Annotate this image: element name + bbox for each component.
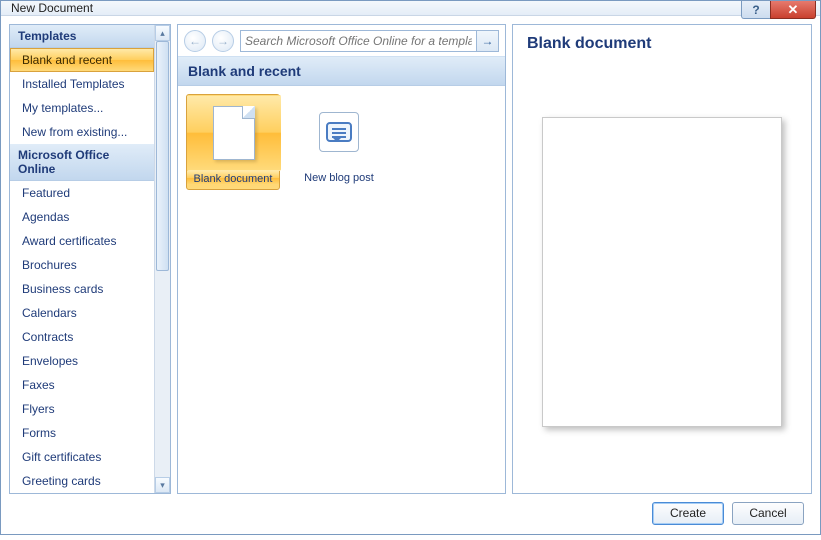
sidebar-item-forms[interactable]: Forms bbox=[10, 421, 154, 445]
titlebar: New Document ? ✕ bbox=[1, 1, 820, 16]
sidebar-item-label: Envelopes bbox=[22, 354, 78, 368]
scroll-thumb[interactable] bbox=[156, 41, 169, 271]
sidebar-item-label: Agendas bbox=[22, 210, 69, 224]
sidebar-item-business-cards[interactable]: Business cards bbox=[10, 277, 154, 301]
new-document-dialog: New Document ? ✕ Templates Blank and rec… bbox=[0, 0, 821, 535]
sidebar-item-my-templates[interactable]: My templates... bbox=[10, 96, 154, 120]
template-new-blog-post[interactable]: New blog post bbox=[292, 94, 386, 184]
sidebar-item-label: Flyers bbox=[22, 402, 55, 416]
preview-panel: Blank document bbox=[512, 24, 812, 494]
sidebar-item-brochures[interactable]: Brochures bbox=[10, 253, 154, 277]
sidebar-item-gift-certificates[interactable]: Gift certificates bbox=[10, 445, 154, 469]
sidebar-item-label: Contracts bbox=[22, 330, 73, 344]
sidebar-item-label: Featured bbox=[22, 186, 70, 200]
create-button[interactable]: Create bbox=[652, 502, 724, 525]
search-go-button[interactable]: → bbox=[476, 31, 498, 51]
sidebar-item-label: New from existing... bbox=[22, 125, 127, 139]
category-sidebar: Templates Blank and recent Installed Tem… bbox=[9, 24, 171, 494]
sidebar-item-agendas[interactable]: Agendas bbox=[10, 205, 154, 229]
sidebar-item-blank-and-recent[interactable]: Blank and recent bbox=[10, 48, 154, 72]
main-panel: ← → → Blank and recent Blank document bbox=[177, 24, 506, 494]
sidebar-item-new-from-existing[interactable]: New from existing... bbox=[10, 120, 154, 144]
template-thumb bbox=[292, 94, 386, 170]
scroll-track[interactable] bbox=[155, 41, 170, 477]
category-header-office-online: Microsoft Office Online bbox=[10, 144, 154, 181]
search-box: → bbox=[240, 30, 499, 52]
scroll-down-icon[interactable]: ▾ bbox=[155, 477, 170, 493]
sidebar-item-label: Calendars bbox=[22, 306, 77, 320]
help-icon: ? bbox=[752, 3, 759, 17]
sidebar-item-label: Award certificates bbox=[22, 234, 116, 248]
search-bar: ← → → bbox=[178, 25, 505, 57]
template-label: New blog post bbox=[292, 170, 386, 184]
close-icon: ✕ bbox=[788, 2, 799, 18]
sidebar-item-label: Gift certificates bbox=[22, 450, 101, 464]
sidebar-item-label: Greeting cards bbox=[22, 474, 101, 488]
sidebar-item-calendars[interactable]: Calendars bbox=[10, 301, 154, 325]
document-icon bbox=[213, 106, 255, 160]
sidebar-item-contracts[interactable]: Contracts bbox=[10, 325, 154, 349]
section-title: Blank and recent bbox=[178, 57, 505, 86]
sidebar-item-award-certificates[interactable]: Award certificates bbox=[10, 229, 154, 253]
columns: Templates Blank and recent Installed Tem… bbox=[9, 24, 812, 494]
sidebar-item-label: Brochures bbox=[22, 258, 77, 272]
category-list: Templates Blank and recent Installed Tem… bbox=[10, 25, 154, 493]
window-title: New Document bbox=[1, 1, 93, 15]
sidebar-item-label: Installed Templates bbox=[22, 77, 125, 91]
templates-grid: Blank document New blog post bbox=[178, 86, 505, 493]
close-button[interactable]: ✕ bbox=[770, 1, 816, 19]
category-header-templates: Templates bbox=[10, 25, 154, 48]
sidebar-item-label: Forms bbox=[22, 426, 56, 440]
window-buttons: ? ✕ bbox=[742, 1, 816, 19]
sidebar-item-greeting-cards[interactable]: Greeting cards bbox=[10, 469, 154, 493]
sidebar-item-label: Business cards bbox=[22, 282, 103, 296]
preview-area bbox=[527, 61, 797, 483]
help-button[interactable]: ? bbox=[741, 1, 771, 19]
back-icon: ← bbox=[189, 34, 201, 48]
sidebar-item-label: My templates... bbox=[22, 101, 103, 115]
sidebar-item-faxes[interactable]: Faxes bbox=[10, 373, 154, 397]
template-label: Blank document bbox=[187, 171, 279, 185]
forward-button[interactable]: → bbox=[212, 30, 234, 52]
sidebar-item-flyers[interactable]: Flyers bbox=[10, 397, 154, 421]
sidebar-item-label: Blank and recent bbox=[22, 53, 112, 67]
sidebar-item-featured[interactable]: Featured bbox=[10, 181, 154, 205]
scroll-up-icon[interactable]: ▴ bbox=[155, 25, 170, 41]
forward-icon: → bbox=[217, 34, 229, 48]
cancel-button[interactable]: Cancel bbox=[732, 502, 804, 525]
sidebar-item-installed-templates[interactable]: Installed Templates bbox=[10, 72, 154, 96]
search-input[interactable] bbox=[241, 34, 476, 48]
go-icon: → bbox=[482, 34, 494, 48]
back-button[interactable]: ← bbox=[184, 30, 206, 52]
preview-page bbox=[542, 117, 782, 427]
dialog-body: Templates Blank and recent Installed Tem… bbox=[1, 16, 820, 540]
sidebar-item-envelopes[interactable]: Envelopes bbox=[10, 349, 154, 373]
sidebar-scrollbar[interactable]: ▴ ▾ bbox=[154, 25, 170, 493]
preview-title: Blank document bbox=[527, 35, 797, 61]
template-thumb bbox=[187, 95, 281, 171]
template-blank-document[interactable]: Blank document bbox=[186, 94, 280, 190]
blog-icon bbox=[319, 112, 359, 152]
sidebar-item-label: Faxes bbox=[22, 378, 55, 392]
dialog-footer: Create Cancel bbox=[9, 494, 812, 532]
